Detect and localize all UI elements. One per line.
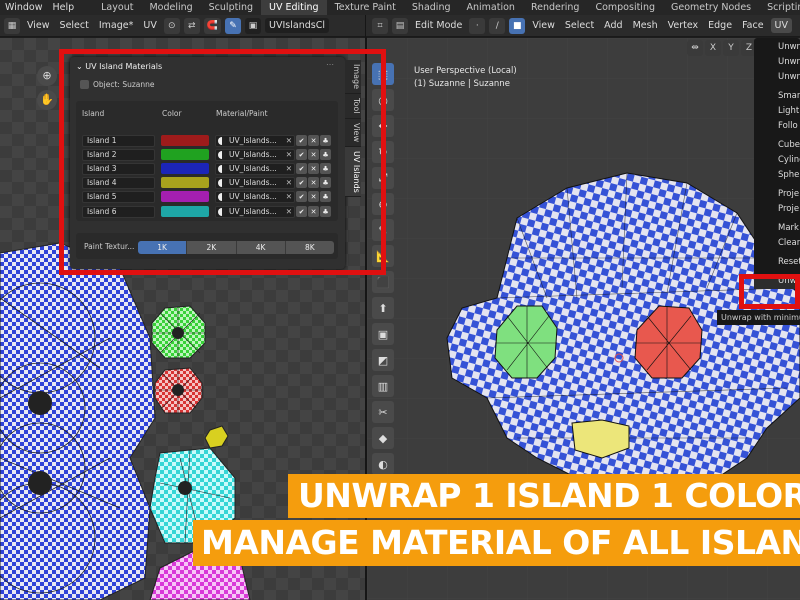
axis-y-toggle[interactable]: Y <box>723 40 739 56</box>
tab-layout[interactable]: Layout <box>93 0 141 15</box>
banner-line-2: MANAGE MATERIAL OF ALL ISLAND <box>193 520 800 566</box>
edge-select-icon[interactable]: / <box>489 17 506 34</box>
vp-menu-vertex[interactable]: Vertex <box>665 20 702 31</box>
menu-item-mark-seam[interactable]: Mark <box>754 221 800 236</box>
spin-icon[interactable]: ◐ <box>372 453 394 475</box>
uv-menu-image[interactable]: Image* <box>96 20 137 31</box>
menu-item-smart-uv[interactable]: Smar <box>754 89 800 104</box>
loop-cut-icon[interactable]: ▥ <box>372 375 394 397</box>
highlight-box-menu-item <box>739 274 800 309</box>
vp-menu-uv[interactable]: UV <box>770 18 792 33</box>
menu-help[interactable]: Help <box>47 2 79 13</box>
active-object-label: (1) Suzanne | Suzanne <box>414 79 510 89</box>
tooltip: Unwrap with minimu <box>717 310 800 325</box>
axis-x-toggle[interactable]: X <box>705 40 721 56</box>
tab-shading[interactable]: Shading <box>404 0 459 15</box>
mode-selector[interactable]: Edit Mode <box>412 20 465 31</box>
knife-icon[interactable]: ✂ <box>372 401 394 423</box>
hand-pan-icon[interactable]: ✋ <box>37 90 57 110</box>
menu-item-project-bounds[interactable]: Proje <box>754 202 800 217</box>
tab-compositing[interactable]: Compositing <box>587 0 663 15</box>
highlight-box-panel <box>59 49 386 275</box>
menu-window[interactable]: Window <box>0 2 47 13</box>
menu-item-cube-projection[interactable]: Cube <box>754 138 800 153</box>
vp-menu-edge[interactable]: Edge <box>705 20 735 31</box>
edit-mode-icon[interactable]: ▤ <box>392 17 408 34</box>
editor-type-icon[interactable]: ▦ <box>4 17 20 34</box>
workspace-bar: Window Help Layout Modeling Sculpting UV… <box>0 0 800 15</box>
pivot-icon[interactable]: ⊙ <box>163 17 180 34</box>
vp-menu-view[interactable]: View <box>529 20 558 31</box>
inset-icon[interactable]: ▣ <box>372 323 394 345</box>
menu-item-unwrap[interactable]: Unwr <box>754 40 800 55</box>
menu-item-lightmap[interactable]: Lightr <box>754 104 800 119</box>
menu-item-reset[interactable]: Reset <box>754 255 800 270</box>
bevel-icon[interactable]: ◩ <box>372 349 394 371</box>
tab-rendering[interactable]: Rendering <box>523 0 588 15</box>
sync-selection-icon[interactable]: ⇄ <box>183 17 200 34</box>
menu-item-clear-seam[interactable]: Clear <box>754 236 800 251</box>
vp-menu-mesh[interactable]: Mesh <box>630 20 661 31</box>
uv-editing-icon[interactable]: ✎ <box>225 17 242 34</box>
menu-item-follow-active[interactable]: Follo <box>754 119 800 134</box>
editor-type-icon[interactable]: ⌗ <box>372 17 388 34</box>
tab-geometry-nodes[interactable]: Geometry Nodes <box>663 0 759 15</box>
axis-toggles: ⇹ X Y Z <box>687 40 757 56</box>
mirror-icon[interactable]: ⇹ <box>687 40 703 56</box>
tab-modeling[interactable]: Modeling <box>141 0 200 15</box>
tab-sculpting[interactable]: Sculpting <box>201 0 261 15</box>
snap-icon[interactable]: 🧲 <box>203 17 222 34</box>
uv-editor-header: ▦ View Select Image* UV ⊙ ⇄ 🧲 ✎ ▣ UVIsla… <box>0 15 365 37</box>
uv-menu-uv[interactable]: UV <box>140 20 159 31</box>
vp-menu-select[interactable]: Select <box>562 20 597 31</box>
image-browse-icon[interactable]: ▣ <box>245 17 262 34</box>
tab-animation[interactable]: Animation <box>459 0 523 15</box>
tab-scripting[interactable]: Scripting <box>759 0 800 15</box>
uv-menu-view[interactable]: View <box>24 20 53 31</box>
face-select-icon[interactable]: ■ <box>509 17 526 34</box>
tab-uv-editing[interactable]: UV Editing <box>261 0 327 15</box>
extrude-icon[interactable]: ⬆ <box>372 297 394 319</box>
image-name-field[interactable]: UVIslandsCl <box>265 18 329 33</box>
banner-line-1: UNWRAP 1 ISLAND 1 COLOR <box>288 474 800 518</box>
zoom-icon[interactable]: ⊕ <box>37 66 57 86</box>
tab-texture-paint[interactable]: Texture Paint <box>327 0 404 15</box>
poly-build-icon[interactable]: ◆ <box>372 427 394 449</box>
viewport-header: ⌗ ▤ Edit Mode · / ■ View Select Add Mesh… <box>366 15 800 37</box>
vp-menu-add[interactable]: Add <box>601 20 625 31</box>
view-perspective-label: User Perspective (Local) <box>414 66 517 76</box>
menu-item-unwrap-3[interactable]: Unwr <box>754 70 800 85</box>
menu-item-project-from-view[interactable]: Proje <box>754 187 800 202</box>
uv-dropdown-menu: Unwr Unwr Unwr Smar Lightr Follo Cube Cy… <box>754 38 800 289</box>
menu-item-cylinder-projection[interactable]: Cylinc <box>754 153 800 168</box>
menu-item-unwrap-2[interactable]: Unwr <box>754 55 800 70</box>
menu-item-sphere-projection[interactable]: Spher <box>754 168 800 183</box>
uv-menu-select[interactable]: Select <box>57 20 92 31</box>
vp-menu-face[interactable]: Face <box>739 20 766 31</box>
vertex-select-icon[interactable]: · <box>469 17 486 34</box>
